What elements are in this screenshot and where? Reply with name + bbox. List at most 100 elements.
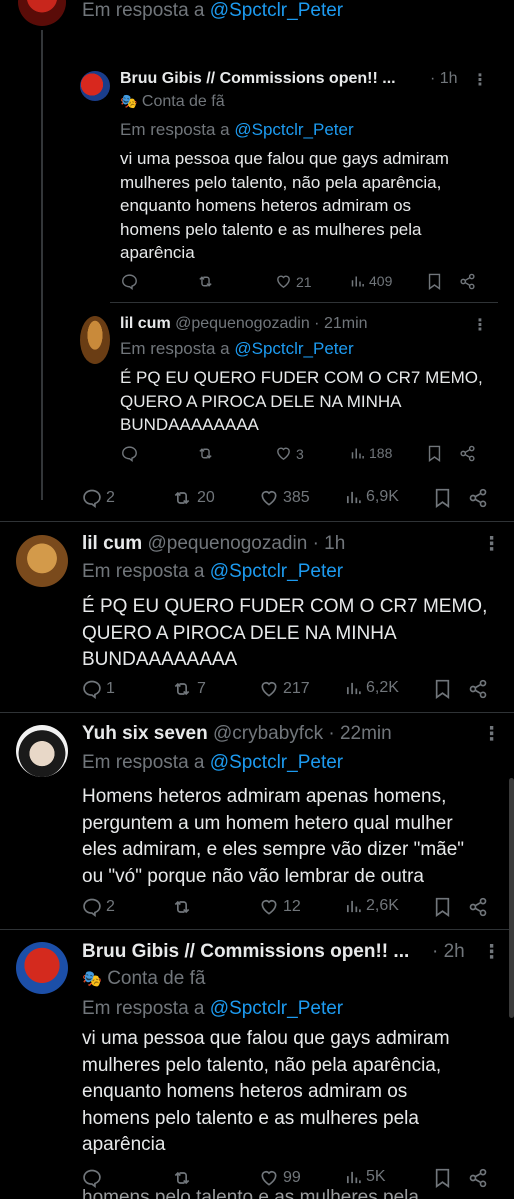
reply-context: Em resposta a @Spctclr_Peter xyxy=(82,998,343,1020)
reply-handle-link[interactable]: @Spctclr_Peter xyxy=(210,752,343,773)
reply-button[interactable]: 2 xyxy=(82,488,115,508)
views-icon xyxy=(351,448,364,458)
share-button[interactable] xyxy=(468,1168,488,1188)
view-count: 2,6K xyxy=(366,897,399,914)
views-button[interactable]: 2,6K xyxy=(345,897,399,915)
views-button[interactable]: 6,2K xyxy=(345,679,399,697)
views-icon xyxy=(351,276,364,286)
reply-handle-link[interactable]: @Spctclr_Peter xyxy=(210,998,343,1019)
like-count: 385 xyxy=(283,489,310,506)
author-name[interactable]: Yuh six seven @crybabyfck · 22min xyxy=(82,723,392,745)
retweet-button[interactable]: 20 xyxy=(171,488,215,508)
avatar[interactable] xyxy=(80,316,110,364)
reply-handle-link[interactable]: @Spctclr_Peter xyxy=(234,339,353,358)
reply-handle-link[interactable]: @Spctclr_Peter xyxy=(210,0,343,21)
retweet-button[interactable] xyxy=(196,445,215,462)
like-count: 12 xyxy=(283,898,301,915)
reply-icon xyxy=(83,680,101,699)
handle: @pequenogozadin xyxy=(147,533,308,554)
timestamp[interactable]: · 1h xyxy=(430,70,458,88)
avatar[interactable] xyxy=(16,535,68,587)
reply-context: Em resposta a @Spctclr_Peter xyxy=(82,561,343,583)
avatar[interactable] xyxy=(80,71,110,101)
more-options-icon[interactable]: ⋮ xyxy=(482,533,501,556)
avatar[interactable] xyxy=(16,942,68,994)
more-options-icon[interactable]: ⋮ xyxy=(472,70,488,90)
timestamp[interactable]: · 1h xyxy=(313,533,346,554)
reply-context: Em resposta a @Spctclr_Peter xyxy=(120,339,354,359)
like-button[interactable]: 21 xyxy=(275,273,312,290)
views-button[interactable]: 188 xyxy=(350,445,392,461)
bookmark-icon xyxy=(435,897,450,917)
reply-button[interactable] xyxy=(121,273,138,290)
like-button[interactable]: 385 xyxy=(259,488,310,508)
share-icon xyxy=(469,679,487,699)
bookmark-button[interactable] xyxy=(434,488,451,508)
bookmark-button[interactable] xyxy=(434,897,451,917)
display-name: Yuh six seven xyxy=(82,723,208,744)
author-name[interactable]: lil cum @pequenogozadin · 21min xyxy=(120,315,368,333)
more-options-icon[interactable]: ⋮ xyxy=(482,941,501,964)
views-icon xyxy=(346,900,361,912)
bookmark-icon xyxy=(428,445,441,462)
tweet-text: É PQ EU QUERO FUDER COM O CR7 MEMO, QUER… xyxy=(120,368,483,434)
share-icon xyxy=(469,897,487,917)
share-button[interactable] xyxy=(468,897,488,917)
avatar[interactable] xyxy=(18,0,66,26)
bookmark-button[interactable] xyxy=(427,273,442,290)
author-name[interactable]: Bruu Gibis // Commissions open!! ... xyxy=(82,941,409,963)
display-name: lil cum xyxy=(120,315,171,332)
scrollbar[interactable] xyxy=(509,778,514,1018)
share-button[interactable] xyxy=(468,488,488,508)
retweet-icon xyxy=(174,491,190,505)
retweet-button[interactable] xyxy=(171,897,193,917)
badge-label: Conta de fã xyxy=(107,968,206,989)
share-icon xyxy=(469,1168,487,1188)
reply-count: 1 xyxy=(106,680,115,697)
share-icon xyxy=(460,273,475,290)
bookmark-icon xyxy=(435,679,450,699)
reply-handle-link[interactable]: @Spctclr_Peter xyxy=(210,561,343,582)
bookmark-button[interactable] xyxy=(434,679,451,699)
timestamp[interactable]: · 2h xyxy=(432,941,465,963)
like-button[interactable]: 12 xyxy=(259,897,301,917)
share-icon xyxy=(469,488,487,508)
view-count: 188 xyxy=(369,445,393,461)
view-count: 6,9K xyxy=(366,488,399,505)
share-button[interactable] xyxy=(459,273,476,290)
reply-icon xyxy=(122,274,137,290)
reply-button[interactable]: 1 xyxy=(82,679,115,699)
retweet-button[interactable] xyxy=(196,273,215,290)
view-count: 5K xyxy=(366,1168,386,1185)
author-name[interactable]: Bruu Gibis // Commissions open!! ... xyxy=(120,70,396,88)
reply-button[interactable] xyxy=(121,445,138,462)
share-button[interactable] xyxy=(468,679,488,699)
views-icon xyxy=(346,1171,361,1183)
timestamp[interactable]: · 22min xyxy=(328,723,391,744)
views-button[interactable]: 5K xyxy=(345,1168,386,1186)
more-options-icon[interactable]: ⋮ xyxy=(472,315,488,335)
reply-button[interactable]: 2 xyxy=(82,897,115,917)
share-button[interactable] xyxy=(459,445,476,462)
divider xyxy=(110,302,498,303)
avatar[interactable] xyxy=(16,725,68,777)
views-icon xyxy=(346,682,361,694)
views-button[interactable]: 409 xyxy=(350,273,392,289)
bookmark-button[interactable] xyxy=(434,1168,451,1188)
like-button[interactable]: 217 xyxy=(259,679,310,699)
heart-icon xyxy=(261,681,277,697)
divider xyxy=(0,521,514,522)
overlapping-text-fragment: homens pelo talento e as mulheres pela xyxy=(82,1187,419,1199)
bookmark-button[interactable] xyxy=(427,445,442,462)
badge-label: Conta de fã xyxy=(141,93,225,110)
author-name[interactable]: lil cum @pequenogozadin · 1h xyxy=(82,533,345,555)
reply-icon xyxy=(83,898,101,917)
retweet-button[interactable]: 7 xyxy=(171,679,206,699)
reply-handle-link[interactable]: @Spctclr_Peter xyxy=(234,120,353,139)
more-options-icon[interactable]: ⋮ xyxy=(482,723,501,746)
divider xyxy=(0,712,514,713)
tweet-text: É PQ EU QUERO FUDER COM O CR7 MEMO, QUER… xyxy=(82,596,488,670)
like-button[interactable]: 3 xyxy=(275,445,304,462)
timestamp[interactable]: · 21min xyxy=(314,315,367,332)
views-button[interactable]: 6,9K xyxy=(345,488,399,506)
